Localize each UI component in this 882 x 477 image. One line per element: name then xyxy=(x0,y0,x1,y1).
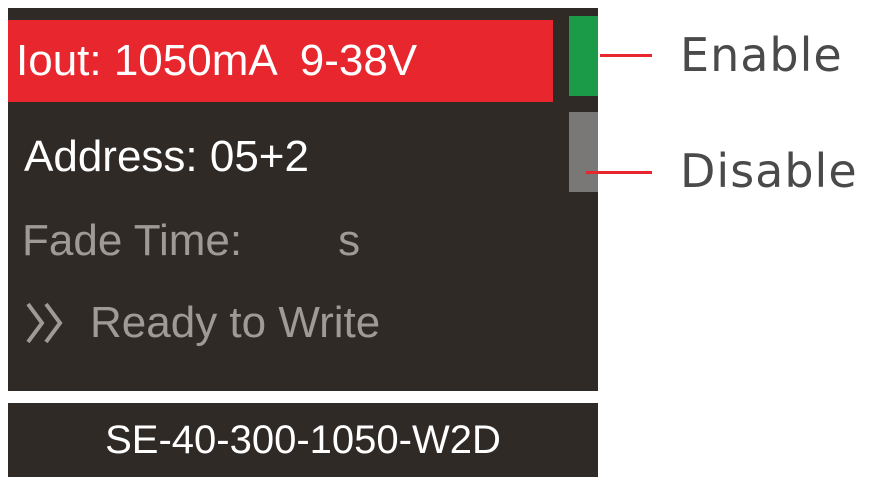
iout-row-selected[interactable]: Iout: 1050mA 9-38V xyxy=(8,20,553,102)
fade-time-label: Fade Time: xyxy=(22,216,243,265)
model-bar: SE-40-300-1050-W2D xyxy=(8,403,598,477)
enable-callout-line xyxy=(600,54,652,57)
model-name: SE-40-300-1050-W2D xyxy=(105,417,501,462)
disable-callout-line xyxy=(586,171,652,174)
double-chevron-right-icon xyxy=(22,300,74,346)
ready-to-write-row[interactable]: Ready to Write xyxy=(8,282,553,364)
iout-label: Iout: 1050mA xyxy=(16,36,278,85)
model-separator xyxy=(8,391,598,403)
fade-time-row[interactable]: Fade Time: s xyxy=(8,200,553,282)
address-row[interactable]: Address: 05+2 xyxy=(8,116,553,198)
address-label: Address: 05+2 xyxy=(24,132,309,181)
device-screen: Iout: 1050mA 9-38V Address: 05+2 Fade Ti… xyxy=(8,8,598,477)
ready-label: Ready to Write xyxy=(90,298,381,347)
voltage-range: 9-38V xyxy=(299,36,418,85)
fade-time-unit: s xyxy=(338,216,361,265)
disable-indicator xyxy=(569,112,598,192)
enable-callout-label: Enable xyxy=(680,28,843,82)
disable-callout-label: Disable xyxy=(680,144,858,198)
enable-indicator xyxy=(569,16,598,96)
